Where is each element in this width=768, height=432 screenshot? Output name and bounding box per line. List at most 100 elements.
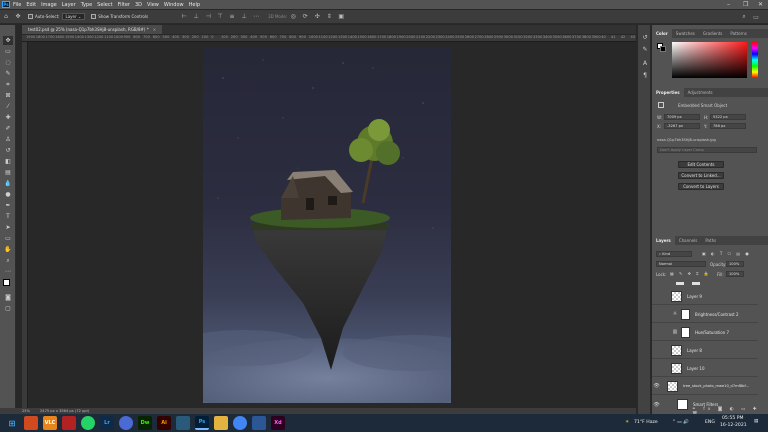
- hand-tool-icon[interactable]: ✋: [3, 245, 13, 254]
- weather-icon[interactable]: ☀: [625, 420, 629, 425]
- 3d-scale-icon[interactable]: ▣: [337, 13, 345, 21]
- layer-filter-icons[interactable]: ▣ ◐ T ⬠ ▤ ●: [702, 251, 751, 256]
- dodge-tool-icon[interactable]: ●: [3, 190, 13, 199]
- height-field[interactable]: 5322 px: [710, 114, 746, 120]
- align-bottom-icon[interactable]: ⊥: [240, 13, 248, 21]
- width-field[interactable]: 7009 px: [664, 114, 700, 120]
- layer-row[interactable]: ☼ Brightness/Contrast 2: [652, 306, 758, 323]
- pen-tool-icon[interactable]: ✒: [3, 201, 13, 210]
- taskbar-app-icon[interactable]: [176, 416, 190, 430]
- home-icon[interactable]: ⌂: [2, 13, 10, 21]
- file-explorer-icon[interactable]: [214, 416, 228, 430]
- eye-icon[interactable]: 👁: [652, 383, 661, 389]
- workspace-icon[interactable]: ▭: [752, 13, 760, 21]
- move-tool-icon[interactable]: ✥: [3, 36, 13, 45]
- tab-paths[interactable]: Paths: [701, 236, 720, 245]
- notification-icon[interactable]: ▤: [754, 419, 758, 424]
- tab-patterns[interactable]: Patterns: [726, 29, 750, 38]
- layer-row[interactable]: ▥ Hue/Saturation 7: [652, 324, 758, 341]
- menu-file[interactable]: File: [13, 2, 21, 8]
- convert-to-layers-button[interactable]: Convert to Layers: [678, 183, 724, 190]
- menu-3d[interactable]: 3D: [135, 2, 142, 8]
- tab-adjustments[interactable]: Adjustments: [684, 88, 717, 97]
- brush-panel-icon[interactable]: ✎: [640, 45, 650, 54]
- menu-filter[interactable]: Filter: [118, 2, 130, 8]
- opacity-field[interactable]: 100%: [726, 261, 744, 267]
- more-options-icon[interactable]: ⋯: [252, 13, 260, 21]
- auto-select-target-dropdown[interactable]: Layer ⌄: [61, 13, 86, 20]
- tab-gradients[interactable]: Gradients: [699, 29, 727, 38]
- history-panel-icon[interactable]: ↺: [640, 33, 650, 42]
- path-selection-tool-icon[interactable]: ➤: [3, 223, 13, 232]
- taskbar-app-icon[interactable]: [24, 416, 38, 430]
- foreground-color-swatch[interactable]: [3, 279, 10, 286]
- menu-view[interactable]: View: [147, 2, 159, 8]
- clone-stamp-tool-icon[interactable]: ♙: [3, 135, 13, 144]
- convert-to-linked-button[interactable]: Convert to Linked...: [678, 172, 724, 179]
- lock-icons[interactable]: ▦ ✎ ✥ ⌗ 🔒: [670, 271, 711, 276]
- align-center-icon[interactable]: ⊥: [192, 13, 200, 21]
- clock-date[interactable]: 16-12-2021: [720, 423, 747, 428]
- rectangle-tool-icon[interactable]: ▭: [3, 234, 13, 243]
- hue-slider[interactable]: [752, 42, 758, 78]
- document-tab[interactable]: test02.psd @ 25% (nasa-Q1p7bh3SHj8-unspl…: [22, 25, 163, 34]
- tab-properties[interactable]: Properties: [652, 88, 684, 97]
- crop-tool-icon[interactable]: ⌗: [3, 80, 13, 89]
- character-panel-icon[interactable]: A: [640, 59, 650, 68]
- quick-selection-tool-icon[interactable]: ✎: [3, 69, 13, 78]
- eye-icon[interactable]: 👁: [652, 402, 661, 408]
- taskbar-app-icon[interactable]: [252, 416, 266, 430]
- taskbar-app-icon[interactable]: [119, 416, 133, 430]
- windows-start-icon[interactable]: ⊞: [5, 416, 19, 430]
- artboard-tool-icon[interactable]: ▭: [3, 47, 13, 56]
- 3d-pan-icon[interactable]: ✣: [313, 13, 321, 21]
- taskbar-app-icon[interactable]: [62, 416, 76, 430]
- document-canvas[interactable]: [203, 48, 451, 403]
- 3d-roll-icon[interactable]: ⟳: [301, 13, 309, 21]
- screen-mode-icon[interactable]: ▢: [3, 304, 13, 313]
- illustrator-icon[interactable]: Ai: [157, 416, 171, 430]
- zoom-level[interactable]: 25%: [22, 409, 30, 413]
- close-window-button[interactable]: ✕: [758, 1, 763, 8]
- y-field[interactable]: 786 px: [710, 123, 746, 129]
- lightroom-icon[interactable]: Lr: [100, 416, 114, 430]
- eyedropper-tool-icon[interactable]: ⁄: [3, 102, 13, 111]
- blend-mode-dropdown[interactable]: Normal: [656, 261, 706, 267]
- vlc-icon[interactable]: VLC: [43, 416, 57, 430]
- layer-row[interactable]: 👁 tree_stock_photo_mwe10_d7mf8bf...: [652, 378, 758, 395]
- xd-icon[interactable]: Xd: [271, 416, 285, 430]
- color-picker-field[interactable]: [672, 42, 747, 78]
- maximize-button[interactable]: ❐: [743, 1, 748, 8]
- move-tool-icon[interactable]: ✥: [14, 13, 22, 21]
- layer-filter-dropdown[interactable]: ⌕ Kind: [656, 251, 692, 257]
- clock-time[interactable]: 05:55 PM: [722, 416, 743, 421]
- close-tab-icon[interactable]: ×: [153, 27, 156, 32]
- language-indicator[interactable]: ENG: [705, 420, 715, 425]
- minimize-button[interactable]: –: [727, 1, 730, 8]
- search-icon[interactable]: ⌕: [740, 13, 748, 21]
- menu-select[interactable]: Select: [97, 2, 112, 8]
- brush-tool-icon[interactable]: ✐: [3, 124, 13, 133]
- more-tools-icon[interactable]: ⋯: [3, 267, 13, 276]
- history-brush-tool-icon[interactable]: ↺: [3, 146, 13, 155]
- type-tool-icon[interactable]: T: [3, 212, 13, 221]
- zoom-tool-icon[interactable]: ⌕: [3, 256, 13, 265]
- menu-type[interactable]: Type: [81, 2, 92, 8]
- lasso-tool-icon[interactable]: ◌: [3, 58, 13, 67]
- tab-layers[interactable]: Layers: [652, 236, 675, 245]
- photoshop-taskbar-icon[interactable]: Ps: [195, 416, 209, 430]
- quick-mask-icon[interactable]: ◙: [3, 293, 13, 302]
- dreamweaver-icon[interactable]: Dw: [138, 416, 152, 430]
- x-field[interactable]: -3267 px: [664, 123, 700, 129]
- edit-contents-button[interactable]: Edit Contents: [678, 161, 724, 168]
- whatsapp-icon[interactable]: [81, 416, 95, 430]
- tray-icons[interactable]: ⌃ ▭ 🔊: [672, 420, 689, 425]
- auto-select-checkbox[interactable]: [28, 14, 33, 19]
- align-top-icon[interactable]: ⊤: [216, 13, 224, 21]
- healing-brush-tool-icon[interactable]: ✚: [3, 113, 13, 122]
- frame-tool-icon[interactable]: ⊠: [3, 91, 13, 100]
- align-left-icon[interactable]: ⊢: [180, 13, 188, 21]
- gradient-tool-icon[interactable]: ▤: [3, 168, 13, 177]
- paragraph-panel-icon[interactable]: ¶: [640, 71, 650, 80]
- menu-help[interactable]: Help: [189, 2, 200, 8]
